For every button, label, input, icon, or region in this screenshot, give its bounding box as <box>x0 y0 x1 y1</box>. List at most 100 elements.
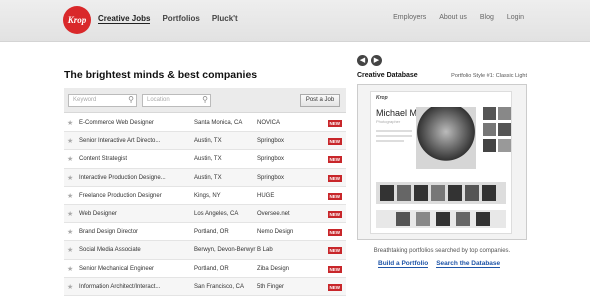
job-location: Austin, TX <box>194 138 222 145</box>
preview-subtitle: Photographer <box>376 119 401 124</box>
job-search-bar: Keyword ⚲ Location ⚲ Post a Job <box>64 88 346 113</box>
preview-strip-thumb <box>397 185 411 201</box>
portfolio-preview[interactable]: Krop Michael Muller Photographer <box>357 84 527 240</box>
star-icon[interactable]: ★ <box>67 283 73 291</box>
build-portfolio-link[interactable]: Build a Portfolio <box>378 260 429 268</box>
job-row[interactable]: ★ Brand Design Director Portland, OR Nemo D… <box>64 223 346 242</box>
new-badge: NEW <box>327 120 342 127</box>
job-company: Springbox <box>257 174 285 181</box>
nav-creative-jobs[interactable]: Creative Jobs <box>98 14 151 24</box>
post-job-button[interactable]: Post a Job <box>300 94 340 107</box>
job-title[interactable]: Brand Design Director <box>79 229 138 235</box>
job-company: Springbox <box>257 138 285 145</box>
logo[interactable]: Krop <box>63 6 91 34</box>
new-badge: NEW <box>327 210 342 218</box>
job-row[interactable]: ★ Information Architect/Interact... San Fr… <box>64 277 346 296</box>
portfolio-style-label: Portfolio Style #1: Classic Light <box>451 73 527 79</box>
star-icon[interactable]: ★ <box>67 192 73 200</box>
nav-blog[interactable]: Blog <box>480 14 494 21</box>
job-location: San Francisco, CA <box>194 283 245 290</box>
star-icon[interactable]: ★ <box>67 210 73 218</box>
job-location: Portland, OR <box>194 229 229 236</box>
job-row[interactable]: ★ E-Commerce Web Designer Santa Monica, CA… <box>64 114 346 133</box>
preview-strip-thumb <box>456 212 470 226</box>
showcase-heading: Creative Database <box>357 72 418 79</box>
job-company: Ziba Design <box>257 265 290 272</box>
job-location: Berwyn, Devon-Berwyr <box>194 247 256 254</box>
job-company: HUGE <box>257 192 275 199</box>
new-badge: NEW <box>327 156 342 164</box>
preview-strip-thumb <box>380 185 394 201</box>
logo-text: Krop <box>67 15 87 25</box>
preview-text-line <box>376 130 412 132</box>
job-title[interactable]: Web Designer <box>79 211 117 217</box>
preview-thumb <box>498 107 511 120</box>
nav-login[interactable]: Login <box>507 14 524 21</box>
preview-strip-thumb <box>396 212 410 226</box>
job-title[interactable]: Content Strategist <box>79 156 127 162</box>
nav-pluckt[interactable]: Pluck't <box>212 14 238 24</box>
job-company: Nemo Design <box>257 229 294 236</box>
preview-strip-thumb <box>431 185 445 201</box>
job-row[interactable]: ★ Web Designer Los Angeles, CA Oversee.net N… <box>64 204 346 224</box>
preview-thumb <box>498 139 511 152</box>
job-title[interactable]: Social Media Associate <box>79 247 141 253</box>
job-company: Springbox <box>257 156 285 163</box>
star-icon[interactable]: ★ <box>67 228 73 236</box>
preview-strip-thumb <box>465 185 479 201</box>
new-badge: NEW <box>327 247 342 255</box>
star-icon[interactable]: ★ <box>67 119 73 127</box>
job-title[interactable]: Senior Mechanical Engineer <box>79 266 154 272</box>
job-title[interactable]: Freelance Production Designer <box>79 193 162 199</box>
preview-strip-thumb <box>482 185 496 201</box>
job-title[interactable]: E-Commerce Web Designer <box>79 120 154 126</box>
job-row[interactable]: ★ Interactive Production Designe... Austin… <box>64 168 346 187</box>
job-title[interactable]: Senior Interactive Art Directo... <box>79 138 160 144</box>
job-company: 5th Finger <box>257 283 285 290</box>
preview-thumb <box>483 139 496 152</box>
star-icon[interactable]: ★ <box>67 246 73 254</box>
nav-employers[interactable]: Employers <box>393 14 426 21</box>
showcase-caption: Breathtaking portfolios searched by top … <box>373 248 511 254</box>
showcase-links: Build a Portfolio Search the Database <box>378 260 501 268</box>
new-badge: NEW <box>327 283 342 291</box>
job-location: Los Angeles, CA <box>194 210 239 217</box>
keyword-placeholder: Keyword <box>73 97 97 103</box>
site-header: Krop Creative Jobs Portfolios Pluck't Em… <box>0 0 590 42</box>
preview-thumb <box>498 123 511 136</box>
next-arrow-icon[interactable]: ▶ <box>371 55 382 66</box>
job-title[interactable]: Interactive Production Designe... <box>79 175 166 181</box>
job-row[interactable]: ★ Content Strategist Austin, TX Springbox NE… <box>64 150 346 169</box>
preview-gallery-strip <box>376 182 506 204</box>
nav-portfolios[interactable]: Portfolios <box>162 14 199 24</box>
job-location: Austin, TX <box>194 156 222 163</box>
preview-page: Krop Michael Muller Photographer <box>370 91 512 234</box>
job-row[interactable]: ★ Freelance Production Designer Kings, NY H… <box>64 187 346 205</box>
search-icon: ⚲ <box>128 95 134 104</box>
location-input[interactable]: Location ⚲ <box>142 94 211 107</box>
preview-gallery-strip <box>376 210 506 228</box>
new-badge: NEW <box>327 229 342 237</box>
preview-text-line <box>376 135 412 137</box>
star-icon[interactable]: ★ <box>67 137 73 145</box>
search-database-link[interactable]: Search the Database <box>436 260 501 268</box>
preview-strip-thumb <box>476 212 490 226</box>
prev-arrow-icon[interactable]: ◀ <box>357 55 368 66</box>
preview-thumb <box>483 107 496 120</box>
nav-about[interactable]: About us <box>439 14 467 21</box>
job-row[interactable]: ★ Senior Mechanical Engineer Portland, OR Z… <box>64 260 346 278</box>
job-title[interactable]: Information Architect/Interact... <box>79 284 160 290</box>
preview-strip-thumb <box>416 212 430 226</box>
job-company: Oversee.net <box>257 210 290 217</box>
job-row[interactable]: ★ Social Media Associate Berwyn, Devon-Ber… <box>64 241 346 260</box>
new-badge: NEW <box>327 192 342 200</box>
star-icon[interactable]: ★ <box>67 155 73 163</box>
star-icon[interactable]: ★ <box>67 265 73 273</box>
search-icon: ⚲ <box>202 95 208 104</box>
star-icon[interactable]: ★ <box>67 174 73 182</box>
job-row[interactable]: ★ Senior Interactive Art Directo... Austin… <box>64 132 346 151</box>
job-location: Kings, NY <box>194 192 221 199</box>
keyword-input[interactable]: Keyword ⚲ <box>68 94 137 107</box>
preview-text-line <box>376 140 404 142</box>
preview-logo: Krop <box>376 95 388 101</box>
